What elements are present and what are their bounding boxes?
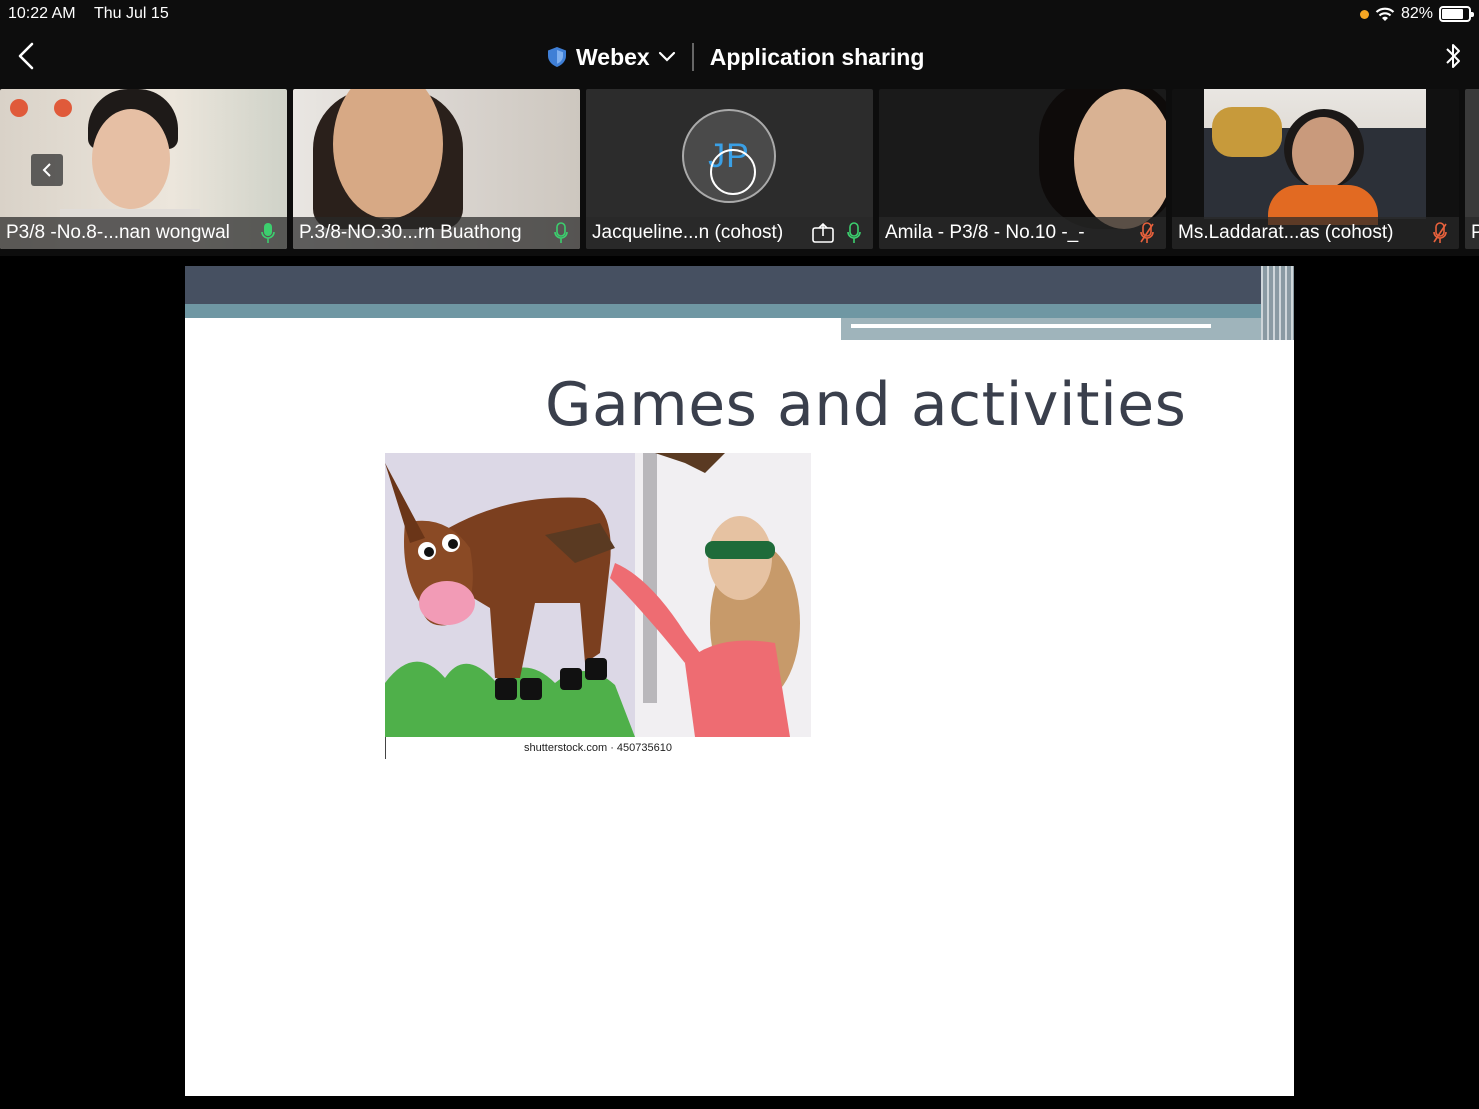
participant-tile[interactable]: P bbox=[1465, 89, 1479, 249]
strip-previous-button[interactable] bbox=[31, 154, 63, 186]
video-face bbox=[92, 109, 170, 209]
status-badge-icon bbox=[54, 99, 72, 117]
mic-muted-icon bbox=[1140, 222, 1154, 243]
participant-tile[interactable]: P3/8 -No.8-...nan wongwal bbox=[0, 89, 287, 249]
status-date: Thu Jul 15 bbox=[94, 5, 169, 22]
participant-name: P bbox=[1471, 222, 1479, 243]
chevron-down-icon[interactable] bbox=[658, 51, 676, 63]
title-divider bbox=[691, 43, 694, 71]
slide-header-line bbox=[851, 324, 1211, 328]
status-indicators: 82% bbox=[1359, 4, 1474, 24]
video-face bbox=[1074, 89, 1166, 229]
participant-name: Ms.Laddarat...as (cohost) bbox=[1178, 222, 1394, 243]
participant-strip[interactable]: P3/8 -No.8-...nan wongwal P.3/8-NO.30...… bbox=[0, 88, 1479, 256]
secure-shield-icon bbox=[548, 47, 566, 67]
participant-name: P.3/8-NO.30...rn Buathong bbox=[299, 222, 522, 243]
participant-name: Amila - P3/8 - No.10 -_- bbox=[885, 222, 1085, 243]
meeting-header: Webex Application sharing bbox=[0, 28, 1479, 88]
participant-name-bar: Ms.Laddarat...as (cohost) bbox=[1172, 217, 1459, 249]
participant-name-bar: P.3/8-NO.30...rn Buathong bbox=[293, 217, 580, 249]
avatar: JP bbox=[682, 109, 776, 203]
mic-on-icon bbox=[847, 222, 861, 243]
participant-name-bar: Amila - P3/8 - No.10 -_- bbox=[879, 217, 1166, 249]
slide-header-stripes bbox=[1261, 266, 1294, 340]
slide-photo bbox=[385, 453, 811, 737]
photo-caption: shutterstock.com · 450735610 bbox=[524, 742, 672, 754]
header-title: Webex Application sharing bbox=[546, 42, 924, 72]
shared-slide[interactable]: Games and activities shutterstock.com · … bbox=[185, 266, 1294, 1096]
video-toys bbox=[1212, 107, 1282, 157]
share-screen-icon bbox=[812, 222, 834, 243]
participant-name-bar: P bbox=[1465, 217, 1479, 249]
status-time: 10:22 AM bbox=[8, 5, 76, 22]
participant-name-bar: P3/8 -No.8-...nan wongwal bbox=[0, 217, 287, 249]
status-badge-icon bbox=[10, 99, 28, 117]
back-chevron-icon[interactable] bbox=[12, 40, 40, 72]
bluetooth-icon[interactable] bbox=[1443, 40, 1463, 72]
mic-on-icon bbox=[554, 222, 568, 243]
donkey-game-illustration bbox=[385, 453, 811, 737]
webex-menu-label[interactable]: Webex bbox=[576, 44, 650, 71]
chevron-left-icon bbox=[42, 163, 51, 177]
participant-tile[interactable]: P.3/8-NO.30...rn Buathong bbox=[293, 89, 580, 249]
slide-header-bar bbox=[185, 266, 1294, 304]
avatar-ring bbox=[710, 149, 756, 195]
slide-header-band bbox=[185, 304, 1294, 318]
mic-on-icon bbox=[261, 223, 275, 243]
participant-name: Jacqueline...n (cohost) bbox=[592, 222, 784, 243]
mic-muted-icon bbox=[1433, 222, 1447, 243]
application-sharing-title: Application sharing bbox=[709, 43, 925, 70]
participant-tile[interactable]: JP Jacqueline...n (cohost) bbox=[586, 89, 873, 249]
battery-percent: 82% bbox=[1400, 5, 1433, 22]
participant-tile[interactable]: Ms.Laddarat...as (cohost) bbox=[1172, 89, 1459, 249]
status-bar: 10:22 AM Thu Jul 15 82% bbox=[0, 0, 1479, 28]
recording-dot-icon bbox=[1359, 9, 1369, 19]
wifi-icon bbox=[1375, 7, 1395, 21]
battery-level bbox=[1442, 9, 1464, 19]
slide-header-band bbox=[841, 318, 1294, 340]
video-face bbox=[1292, 117, 1354, 189]
battery-icon bbox=[1439, 6, 1474, 22]
slide-title: Games and activities bbox=[545, 370, 1187, 440]
participant-name: P3/8 -No.8-...nan wongwal bbox=[6, 222, 230, 243]
participant-tile[interactable]: Amila - P3/8 - No.10 -_- bbox=[879, 89, 1166, 249]
slide-header-line bbox=[185, 318, 841, 322]
